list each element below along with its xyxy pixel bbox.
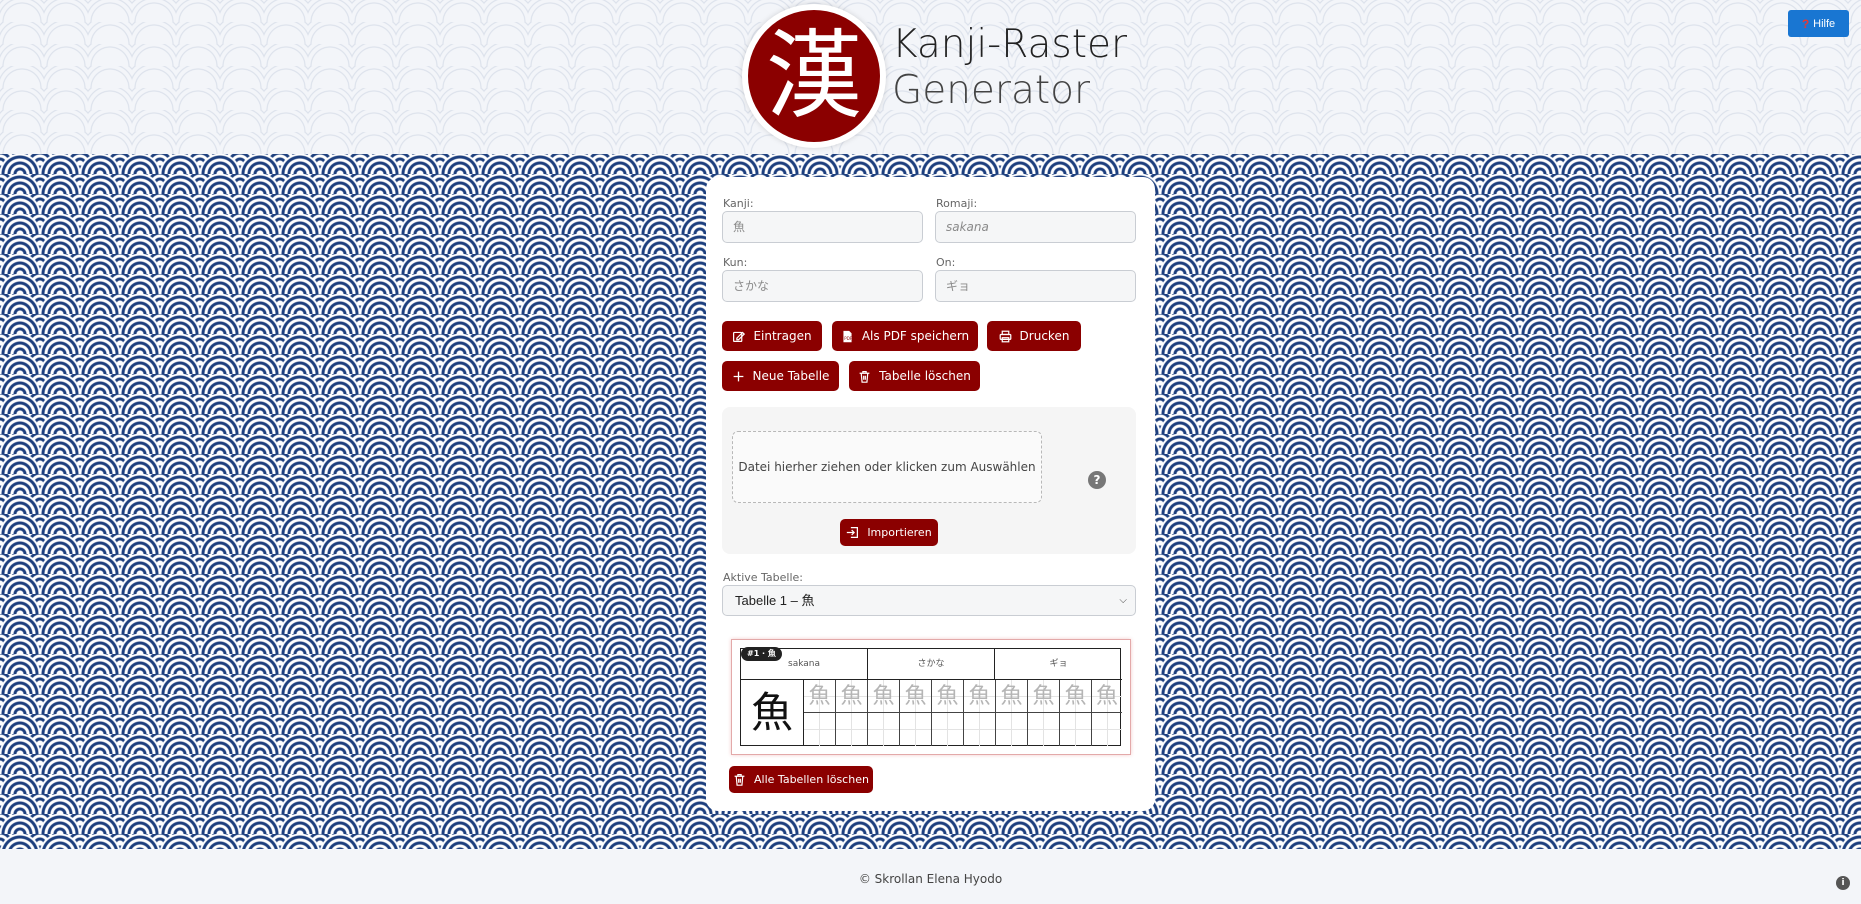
import-icon bbox=[847, 527, 859, 538]
active-table-label: Aktive Tabelle: bbox=[723, 571, 804, 584]
trace-cell: 魚 bbox=[868, 680, 900, 713]
empty-cell bbox=[1060, 713, 1092, 746]
on-label: On: bbox=[936, 256, 956, 269]
pdf-file-icon: PDF bbox=[843, 330, 853, 342]
empty-cell bbox=[996, 713, 1028, 746]
table-badge: #1 · 魚 bbox=[741, 647, 782, 661]
import-button[interactable]: Importieren bbox=[840, 519, 938, 546]
trace-cell: 魚 bbox=[900, 680, 932, 713]
pdf-button[interactable]: PDF Als PDF speichern bbox=[832, 321, 978, 351]
eintragen-label: Eintragen bbox=[753, 329, 812, 343]
plus-icon bbox=[733, 371, 743, 381]
romaji-header-text: sakana bbox=[788, 659, 820, 669]
trash-icon bbox=[859, 370, 870, 383]
kanji-grid: sakana さかな ギョ #1 · 魚 魚 魚 魚 魚 魚 魚 魚 魚 魚 魚… bbox=[740, 647, 1122, 746]
on-input[interactable]: ギョ bbox=[935, 270, 1136, 302]
model-kanji: 魚 bbox=[741, 680, 804, 746]
chevron-down-icon: ⌵ bbox=[1119, 595, 1127, 606]
title-line-2: Generator bbox=[892, 68, 1091, 113]
empty-cell bbox=[964, 713, 996, 746]
empty-cell bbox=[836, 713, 868, 746]
trash-icon bbox=[734, 774, 745, 786]
empty-cell bbox=[868, 713, 900, 746]
drucken-button[interactable]: Drucken bbox=[987, 321, 1081, 351]
active-table-value: Tabelle 1 – 魚 bbox=[735, 593, 815, 608]
help-button[interactable]: ? Hilfe bbox=[1788, 10, 1849, 37]
tabelle-loeschen-label: Tabelle löschen bbox=[879, 369, 971, 383]
edit-icon bbox=[733, 331, 746, 342]
delete-all-label: Alle Tabellen löschen bbox=[754, 773, 869, 786]
eintragen-button[interactable]: Eintragen bbox=[722, 321, 822, 351]
trace-cell: 魚 bbox=[804, 680, 836, 713]
svg-text:PDF: PDF bbox=[844, 335, 853, 340]
trace-cell: 魚 bbox=[996, 680, 1028, 713]
empty-cell bbox=[1028, 713, 1060, 746]
romaji-label: Romaji: bbox=[936, 197, 978, 210]
title-line-1: Kanji-Raster bbox=[892, 22, 1128, 67]
trace-cell: 魚 bbox=[1092, 680, 1122, 713]
kun-input[interactable]: さかな bbox=[722, 270, 923, 302]
kanji-input[interactable]: 魚 bbox=[722, 211, 923, 243]
trace-cell: 魚 bbox=[932, 680, 964, 713]
question-icon: ? bbox=[1801, 16, 1810, 31]
kanji-label: Kanji: bbox=[723, 197, 754, 210]
footer-copyright: © Skrollan Elena Hyodo bbox=[858, 872, 1003, 886]
file-dropzone[interactable]: Datei hierher ziehen oder klicken zum Au… bbox=[732, 431, 1042, 503]
trace-cell: 魚 bbox=[1028, 680, 1060, 713]
empty-cell bbox=[1092, 713, 1122, 746]
kun-header: さかな bbox=[868, 649, 995, 680]
trace-cell: 魚 bbox=[1060, 680, 1092, 713]
trace-cell: 魚 bbox=[964, 680, 996, 713]
active-table-select[interactable]: Tabelle 1 – 魚 ⌵ bbox=[722, 585, 1136, 616]
tabelle-loeschen-button[interactable]: Tabelle löschen bbox=[849, 361, 980, 391]
neue-tabelle-button[interactable]: Neue Tabelle bbox=[722, 361, 839, 391]
trace-cell: 魚 bbox=[836, 680, 868, 713]
info-icon[interactable]: i bbox=[1836, 876, 1850, 890]
help-label: Hilfe bbox=[1813, 17, 1836, 30]
drucken-label: Drucken bbox=[1019, 329, 1070, 343]
pdf-label: Als PDF speichern bbox=[861, 329, 970, 343]
empty-cell bbox=[932, 713, 964, 746]
app-title: Kanji-Raster Generator bbox=[892, 22, 1127, 114]
neue-tabelle-label: Neue Tabelle bbox=[752, 369, 830, 383]
logo: 漢 bbox=[742, 4, 886, 148]
empty-cell bbox=[900, 713, 932, 746]
empty-cell bbox=[804, 713, 836, 746]
logo-kanji: 漢 bbox=[748, 10, 880, 142]
romaji-input[interactable]: sakana bbox=[935, 211, 1136, 243]
printer-icon bbox=[999, 330, 1011, 342]
kanji-grid-preview[interactable]: sakana さかな ギョ #1 · 魚 魚 魚 魚 魚 魚 魚 魚 魚 魚 魚… bbox=[731, 639, 1131, 755]
on-header: ギョ bbox=[995, 649, 1122, 680]
import-section: Datei hierher ziehen oder klicken zum Au… bbox=[722, 407, 1136, 554]
main-card: Kanji: 魚 Romaji: sakana Kun: さかな On: ギョ … bbox=[706, 177, 1155, 811]
delete-all-tables-button[interactable]: Alle Tabellen löschen bbox=[729, 766, 873, 793]
kun-label: Kun: bbox=[723, 256, 748, 269]
import-label: Importieren bbox=[867, 526, 932, 539]
dropzone-text: Datei hierher ziehen oder klicken zum Au… bbox=[738, 460, 1036, 474]
help-circle-icon[interactable]: ? bbox=[1088, 471, 1106, 489]
